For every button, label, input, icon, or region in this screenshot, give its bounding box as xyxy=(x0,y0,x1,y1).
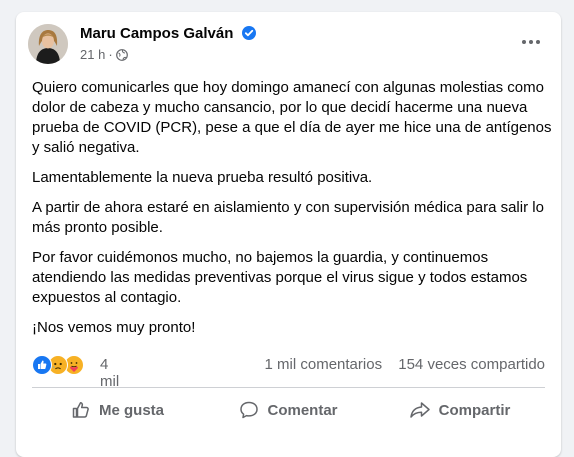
share-label: Compartir xyxy=(438,401,511,419)
author-name-text[interactable]: Maru Campos Galván xyxy=(80,25,233,42)
post-paragraph: Por favor cuidémonos mucho, no bajemos l… xyxy=(32,249,528,306)
post-paragraph: Quiero comunicarles que hoy domingo aman… xyxy=(32,79,552,156)
post-paragraph: A partir de ahora estaré en aislamiento … xyxy=(32,199,544,236)
reactions-count[interactable]: 4 mil xyxy=(100,356,119,390)
more-options-button[interactable] xyxy=(513,24,549,60)
like-label: Me gusta xyxy=(98,401,164,419)
like-button[interactable]: Me gusta xyxy=(32,392,203,428)
post-time[interactable]: 21 h xyxy=(80,47,105,62)
more-dots-icon xyxy=(522,40,540,44)
share-arrow-icon xyxy=(409,402,430,418)
comments-count[interactable]: 1 mil comentarios xyxy=(265,356,383,373)
globe-icon[interactable] xyxy=(115,49,128,64)
thumbs-up-icon xyxy=(72,402,89,418)
verified-badge-icon xyxy=(241,26,256,44)
comment-label: Comentar xyxy=(267,401,338,419)
avatar[interactable] xyxy=(28,24,68,64)
comment-bubble-icon xyxy=(240,401,259,419)
author-name[interactable]: Maru Campos Galván xyxy=(80,25,256,44)
post-paragraph: Lamentablemente la nueva prueba resultó … xyxy=(32,169,373,186)
like-icon xyxy=(32,355,52,375)
post-stats: 4 mil 1 mil comentarios 154 veces compar… xyxy=(32,355,545,390)
engagement-counts: 1 mil comentarios 154 veces compartido xyxy=(265,356,545,373)
post-meta: 21 h · xyxy=(80,47,128,64)
share-button[interactable]: Compartir xyxy=(374,392,545,428)
comment-button[interactable]: Comentar xyxy=(203,392,374,428)
post-paragraph: ¡Nos vemos muy pronto! xyxy=(32,319,196,336)
divider xyxy=(32,387,545,388)
meta-separator: · xyxy=(108,47,113,62)
post-text: Quiero comunicarles que hoy domingo aman… xyxy=(32,78,552,348)
post-header: Maru Campos Galván 21 h · xyxy=(28,24,549,68)
post-actions: Me gusta Comentar Compartir xyxy=(32,392,545,428)
shares-count[interactable]: 154 veces compartido xyxy=(398,356,545,373)
post-card: Maru Campos Galván 21 h · Quiero comunic… xyxy=(16,12,561,457)
